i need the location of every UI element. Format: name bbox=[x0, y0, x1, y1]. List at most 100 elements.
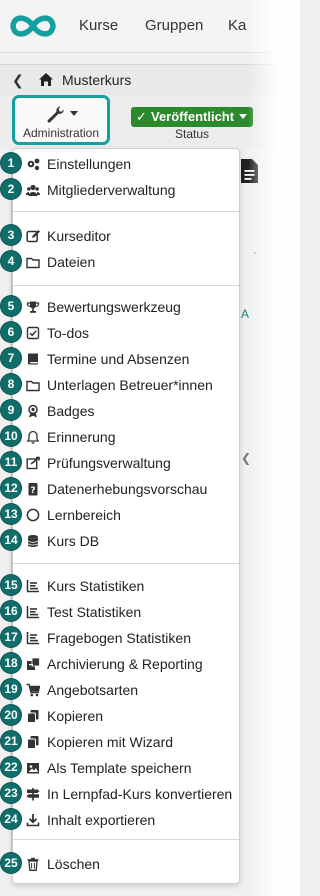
nav-link-gruppen[interactable]: Gruppen bbox=[145, 17, 203, 34]
menu-item-test-statistiken[interactable]: Test Statistiken bbox=[13, 600, 239, 624]
chevron-down-icon bbox=[70, 111, 78, 116]
breadcrumb: ❮ Musterkurs bbox=[0, 64, 300, 96]
book-icon bbox=[28, 353, 38, 365]
callout-number: 22 bbox=[1, 757, 21, 777]
archive-icon bbox=[27, 657, 40, 670]
menu-item-label: Erinnerung bbox=[47, 429, 116, 445]
callout-number: 15 bbox=[1, 575, 21, 595]
exam-icon bbox=[26, 456, 40, 470]
background-fragment: ❮ bbox=[241, 451, 252, 465]
menu-item-to-dos[interactable]: To-dos bbox=[13, 321, 239, 345]
callout-number: 17 bbox=[1, 627, 21, 647]
menu-item-label: Lernbereich bbox=[47, 507, 121, 523]
callout-number: 4 bbox=[1, 251, 21, 271]
menu-item-label: In Lernpfad-Kurs konvertieren bbox=[47, 786, 233, 802]
menu-item-kopieren[interactable]: Kopieren bbox=[13, 704, 239, 728]
menu-item-label: Kurs Statistiken bbox=[47, 578, 145, 594]
menu-item-label: Prüfungsverwaltung bbox=[47, 455, 171, 471]
menu-divider bbox=[13, 563, 239, 564]
folder-icon bbox=[26, 380, 40, 392]
nav-link-truncated[interactable]: Ka bbox=[228, 17, 246, 34]
bar-chart-icon bbox=[26, 606, 39, 619]
callout-number: 12 bbox=[1, 478, 21, 498]
check-icon: ✓ bbox=[136, 109, 147, 124]
menu-item-label: Inhalt exportieren bbox=[47, 812, 156, 828]
checkbox-icon bbox=[26, 326, 40, 340]
callout-number: 16 bbox=[1, 601, 21, 621]
menu-item-fragebogen-statistiken[interactable]: Fragebogen Statistiken bbox=[13, 626, 239, 650]
callout-number: 18 bbox=[1, 653, 21, 673]
menu-divider bbox=[13, 285, 239, 286]
callout-number: 8 bbox=[1, 374, 21, 394]
menu-item-label: Kopieren mit Wizard bbox=[47, 734, 174, 750]
menu-item-kopieren-mit-wizard[interactable]: Kopieren mit Wizard bbox=[13, 730, 239, 754]
callout-number: 20 bbox=[1, 705, 21, 725]
status-label: Status bbox=[174, 127, 210, 141]
menu-item-als-template-speichern[interactable]: Als Template speichern bbox=[13, 756, 239, 780]
menu-item-termine-und-absenzen[interactable]: Termine und Absenzen bbox=[13, 347, 239, 371]
menu-item-label: Termine und Absenzen bbox=[47, 351, 190, 367]
circle-icon bbox=[26, 508, 40, 522]
database-icon bbox=[27, 535, 39, 547]
administration-menu: Einstellungen Mitgliederverwaltung Kursedi… bbox=[12, 148, 240, 884]
back-chevron-icon[interactable]: ❮ bbox=[12, 72, 24, 89]
menu-item-erinnerung[interactable]: Erinnerung bbox=[13, 425, 239, 449]
caret-down-icon bbox=[239, 114, 247, 119]
callout-number: 7 bbox=[1, 348, 21, 368]
menu-item-angebotsarten[interactable]: Angebotsarten bbox=[13, 678, 239, 702]
menu-item-label: Test Statistiken bbox=[47, 604, 142, 620]
home-icon[interactable] bbox=[38, 72, 54, 87]
background-fragment: ` bbox=[253, 250, 257, 264]
menu-item-archivierung-reporting[interactable]: Archivierung & Reporting bbox=[13, 652, 239, 676]
nav-link-kurse[interactable]: Kurse bbox=[79, 17, 118, 34]
menu-divider bbox=[13, 839, 239, 840]
menu-item-kurs-db[interactable]: Kurs DB bbox=[13, 529, 239, 553]
bell-icon bbox=[26, 430, 40, 444]
background-fragment: A bbox=[241, 307, 250, 321]
menu-item-label: Bewertungswerkzeug bbox=[47, 299, 181, 315]
course-title[interactable]: Musterkurs bbox=[62, 72, 131, 88]
callout-number: 3 bbox=[1, 225, 21, 245]
menu-item-label: To-dos bbox=[47, 325, 90, 341]
signpost-icon bbox=[26, 788, 40, 801]
menu-item-inhalt-exportieren[interactable]: Inhalt exportieren bbox=[13, 808, 239, 832]
menu-item-label: Dateien bbox=[47, 254, 96, 270]
status-value: Veröffentlicht bbox=[151, 109, 235, 124]
cart-icon bbox=[26, 683, 40, 697]
infinity-icon[interactable] bbox=[8, 11, 58, 41]
copy-icon bbox=[27, 710, 39, 723]
menu-item-einstellungen[interactable]: Einstellungen bbox=[13, 152, 239, 176]
menu-item-label: Einstellungen bbox=[47, 156, 132, 172]
menu-item-löschen[interactable]: Löschen bbox=[13, 852, 239, 876]
menu-item-mitgliederverwaltung[interactable]: Mitgliederverwaltung bbox=[13, 178, 239, 202]
callout-number: 21 bbox=[1, 731, 21, 751]
status-dropdown[interactable]: ✓ Veröffentlicht bbox=[131, 107, 253, 127]
menu-item-kurseditor[interactable]: Kurseditor bbox=[13, 224, 239, 248]
administration-button[interactable]: Administration bbox=[12, 95, 110, 145]
document-icon bbox=[241, 159, 258, 183]
callout-number: 19 bbox=[1, 679, 21, 699]
callout-number: 6 bbox=[1, 322, 21, 342]
lock-icon: ? bbox=[28, 483, 38, 496]
callout-number: 5 bbox=[1, 296, 21, 316]
menu-item-lernbereich[interactable]: Lernbereich bbox=[13, 503, 239, 527]
callout-number: 25 bbox=[1, 853, 21, 873]
menu-item-datenerhebungsvorschau[interactable]: ? Datenerhebungsvorschau bbox=[13, 477, 239, 501]
menu-item-kurs-statistiken[interactable]: Kurs Statistiken bbox=[13, 574, 239, 598]
callout-number: 1 bbox=[1, 153, 21, 173]
administration-label: Administration bbox=[22, 126, 100, 140]
top-navbar: Kurse Gruppen Ka bbox=[0, 0, 300, 53]
menu-item-prüfungsverwaltung[interactable]: Prüfungsverwaltung bbox=[13, 451, 239, 475]
edit-icon bbox=[26, 230, 40, 243]
menu-item-label: Kurs DB bbox=[47, 533, 100, 549]
menu-item-label: Mitgliederverwaltung bbox=[47, 182, 176, 198]
menu-divider bbox=[13, 211, 239, 212]
menu-item-label: Unterlagen Betreuer*innen bbox=[47, 377, 213, 393]
menu-item-in-lernpfad-kurs-konvertieren[interactable]: In Lernpfad-Kurs konvertieren bbox=[13, 782, 239, 806]
menu-item-bewertungswerkzeug[interactable]: Bewertungswerkzeug bbox=[13, 295, 239, 319]
menu-item-label: Archivierung & Reporting bbox=[47, 656, 203, 672]
menu-item-dateien[interactable]: Dateien bbox=[13, 250, 239, 274]
menu-item-badges[interactable]: Badges bbox=[13, 399, 239, 423]
menu-item-unterlagen-betreuer-innen[interactable]: Unterlagen Betreuer*innen bbox=[13, 373, 239, 397]
gears-icon bbox=[27, 158, 40, 171]
